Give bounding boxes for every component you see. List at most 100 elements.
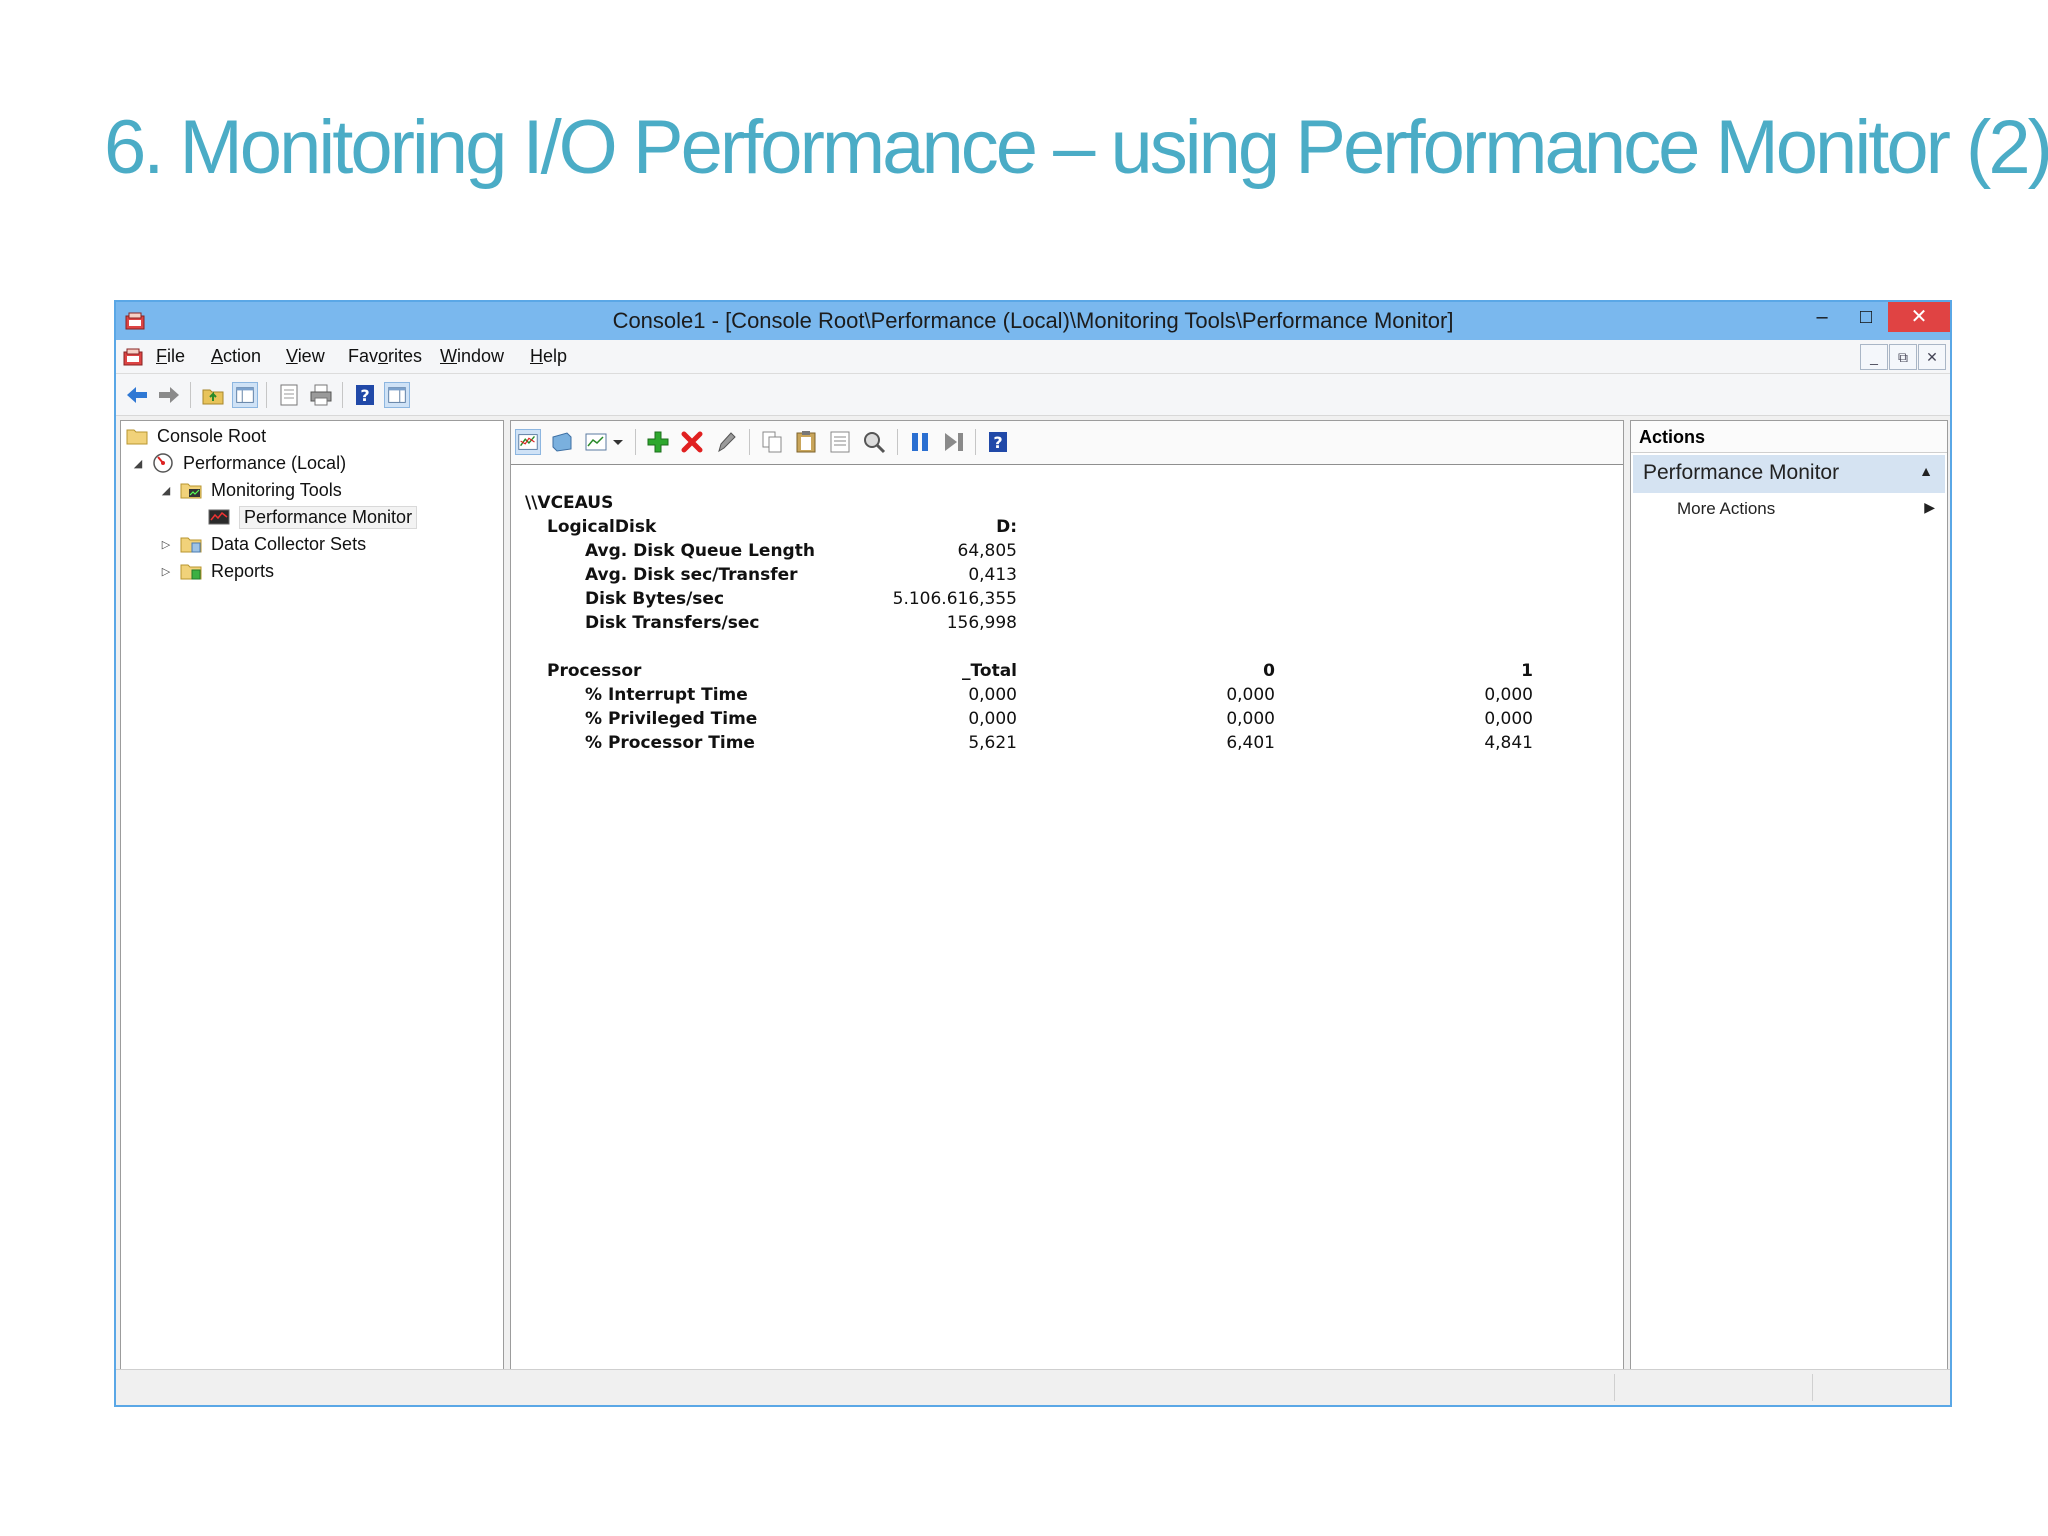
counter-value: 0,000	[1484, 685, 1533, 705]
actions-section-label: Performance Monitor	[1643, 461, 1840, 484]
menu-window[interactable]: Window	[440, 346, 504, 367]
mdi-close-button[interactable]: ✕	[1918, 344, 1946, 370]
more-actions-label: More Actions	[1677, 499, 1776, 518]
svg-text:?: ?	[360, 386, 369, 405]
toolbar-separator	[266, 382, 267, 408]
mdi-controls: _ ⧉ ✕	[1859, 344, 1946, 370]
performance-monitor-icon	[208, 509, 230, 525]
toolbar-separator	[190, 382, 191, 408]
back-arrow-icon[interactable]	[124, 382, 150, 408]
print-icon[interactable]	[308, 382, 334, 408]
counter-value: 0,000	[968, 685, 1017, 705]
menu-help[interactable]: Help	[530, 346, 567, 367]
tree-item-reports[interactable]: ▷ Reports	[159, 558, 274, 584]
monitoring-folder-icon	[180, 483, 202, 499]
svg-text:?: ?	[993, 433, 1002, 452]
counter-name: Avg. Disk Queue Length	[585, 541, 815, 561]
mdi-minimize-button[interactable]: _	[1860, 344, 1888, 370]
freeze-display-icon[interactable]	[549, 429, 575, 455]
perfmon-toolbar: ?	[511, 421, 1623, 465]
properties-icon[interactable]	[827, 429, 853, 455]
help-icon[interactable]: ?	[985, 429, 1011, 455]
menu-favorites[interactable]: Favorites	[348, 346, 422, 367]
tree-item-performance-monitor[interactable]: Performance Monitor	[207, 504, 418, 530]
update-data-icon[interactable]	[941, 429, 967, 455]
mmc-window: Console1 - [Console Root\Performance (Lo…	[114, 300, 1952, 1407]
collapse-arrow-icon[interactable]: ◢	[131, 457, 145, 470]
collapse-arrow-icon[interactable]: ◢	[159, 484, 173, 497]
submenu-arrow-icon: ▶	[1924, 499, 1935, 515]
more-actions-item[interactable]: More Actions ▶	[1631, 493, 1947, 525]
toolbar-separator	[975, 429, 976, 455]
counter-name: Disk Transfers/sec	[585, 613, 760, 633]
window-title: Console1 - [Console Root\Performance (Lo…	[612, 308, 1454, 333]
toolbar-separator	[897, 429, 898, 455]
title-bar[interactable]: Console1 - [Console Root\Performance (Lo…	[116, 302, 1950, 340]
show-hide-tree-icon[interactable]	[232, 382, 258, 408]
data-collector-icon	[180, 537, 202, 553]
menu-view[interactable]: View	[286, 346, 325, 367]
tree-item-data-collector-sets[interactable]: ▷ Data Collector Sets	[159, 531, 366, 557]
reports-icon	[180, 564, 202, 580]
zoom-icon[interactable]	[861, 429, 887, 455]
show-action-pane-icon[interactable]	[384, 382, 410, 408]
object-name: LogicalDisk	[547, 517, 657, 537]
expand-arrow-icon[interactable]: ▷	[159, 565, 173, 578]
menu-file[interactable]: File	[156, 346, 185, 367]
actions-header: Actions	[1631, 421, 1947, 453]
actions-section-performance-monitor[interactable]: Performance Monitor ▲	[1633, 455, 1945, 493]
tree-item-console-root[interactable]: Console Root	[125, 423, 266, 449]
tree-item-label: Performance Monitor	[239, 505, 418, 529]
close-button[interactable]: ✕	[1888, 302, 1950, 332]
expand-arrow-icon[interactable]: ▷	[159, 538, 173, 551]
forward-arrow-icon[interactable]	[156, 382, 182, 408]
counter-value: 4,841	[1484, 733, 1533, 753]
tree-item-label: Monitoring Tools	[211, 479, 342, 500]
add-counter-icon[interactable]	[645, 429, 671, 455]
counter-value: 5,621	[968, 733, 1017, 753]
paste-counter-list-icon[interactable]	[793, 429, 819, 455]
instance-header: 0	[1263, 661, 1275, 681]
menu-action[interactable]: Action	[211, 346, 261, 367]
mmc-menu-icon[interactable]	[122, 346, 144, 368]
mdi-restore-button[interactable]: ⧉	[1889, 344, 1917, 370]
slide-title: 6. Monitoring I/O Performance – using Pe…	[104, 105, 2048, 190]
help-icon[interactable]: ?	[352, 382, 378, 408]
change-graph-type-icon[interactable]	[583, 429, 609, 455]
instance-header: D:	[996, 517, 1017, 537]
actions-pane: Actions Performance Monitor ▲ More Actio…	[1630, 420, 1948, 1370]
copy-properties-icon[interactable]	[759, 429, 785, 455]
export-list-icon[interactable]	[276, 382, 302, 408]
tree-item-monitoring-tools[interactable]: ◢ Monitoring Tools	[159, 477, 342, 503]
counter-name: Disk Bytes/sec	[585, 589, 725, 609]
toolbar-separator	[749, 429, 750, 455]
counter-name: % Processor Time	[585, 733, 755, 753]
toolbar-separator	[635, 429, 636, 455]
pause-icon[interactable]	[907, 429, 933, 455]
collapse-caret-icon[interactable]: ▲	[1919, 463, 1933, 479]
menu-bar: File Action View Favorites Window Help _…	[116, 340, 1950, 374]
tree-item-label: Data Collector Sets	[211, 533, 367, 554]
report-view: \\VCEAUS LogicalDisk D: Avg. Disk Queue …	[511, 465, 1623, 1369]
maximize-button[interactable]: □	[1844, 302, 1888, 332]
dropdown-arrow-icon[interactable]	[611, 429, 625, 455]
tree-item-performance-local[interactable]: ◢ Performance (Local)	[131, 450, 346, 476]
minimize-button[interactable]: –	[1800, 302, 1844, 332]
counter-name: % Privileged Time	[585, 709, 758, 729]
counter-value: 0,000	[1484, 709, 1533, 729]
delete-counter-icon[interactable]	[679, 429, 705, 455]
counter-value: 0,000	[1226, 685, 1275, 705]
status-bar-divider	[1614, 1374, 1615, 1401]
counter-value: 156,998	[946, 613, 1017, 633]
counter-value: 64,805	[957, 541, 1017, 561]
up-folder-icon[interactable]	[200, 382, 226, 408]
highlight-icon[interactable]	[713, 429, 739, 455]
status-bar-divider	[1812, 1374, 1813, 1401]
instance-header: _Total	[962, 661, 1017, 681]
counter-name: % Interrupt Time	[585, 685, 748, 705]
counter-value: 5.106.616,355	[892, 589, 1017, 609]
view-graph-icon[interactable]	[515, 429, 541, 455]
tree-item-label: Performance (Local)	[183, 452, 347, 473]
performance-icon	[153, 453, 173, 473]
folder-icon	[126, 429, 148, 445]
